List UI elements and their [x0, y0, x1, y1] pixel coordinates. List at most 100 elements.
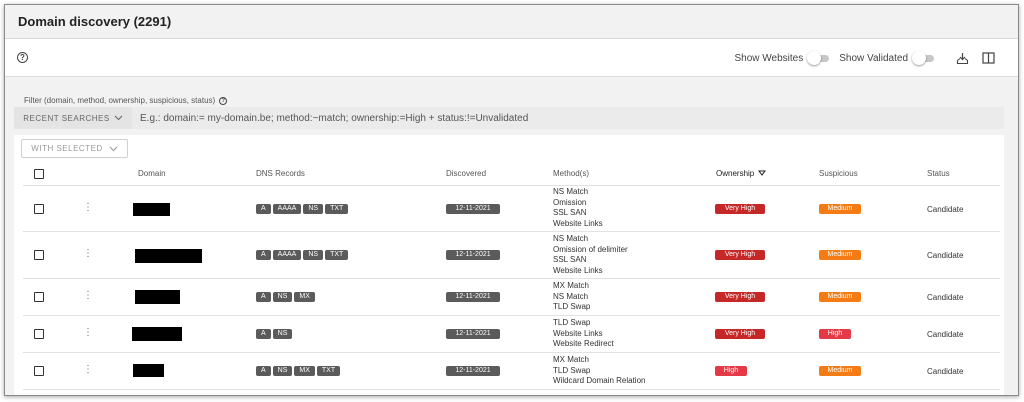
filter-label: Filter (domain, method, ownership, suspi… — [24, 96, 228, 105]
status-text: Candidate — [927, 251, 964, 260]
method-item: NS Match — [553, 291, 589, 301]
divider — [23, 185, 1000, 186]
method-item: MX Match — [553, 281, 590, 290]
method-item: MX Match — [553, 355, 590, 364]
column-header-status[interactable]: Status — [927, 169, 950, 178]
method-item: SSL SAN — [553, 255, 587, 264]
dns-badge: NS — [272, 366, 293, 376]
discovered-date: 12-11-2021 — [446, 250, 500, 260]
column-header-discovered[interactable]: Discovered — [446, 169, 486, 178]
more-vertical-icon[interactable]: ⋮ — [83, 203, 93, 213]
ownership-badge: Very High — [715, 329, 765, 339]
dns-records: A AAAA NS TXT — [256, 250, 350, 260]
discovered-date: 12-11-2021 — [446, 329, 500, 339]
methods-list: NS Match Omission SSL SAN Website Links — [553, 187, 603, 229]
method-item: NS Match — [553, 187, 589, 196]
ownership-badge: High — [715, 366, 747, 376]
dns-records: A NS MX TXT — [256, 366, 342, 376]
filter-help-icon[interactable]: ? — [219, 96, 228, 105]
suspicious-badge: Medium — [819, 204, 861, 214]
more-vertical-icon[interactable]: ⋮ — [83, 291, 93, 301]
more-vertical-icon[interactable]: ⋮ — [83, 365, 93, 375]
methods-list: NS Match Omission of delimiter SSL SAN W… — [553, 234, 628, 276]
divider — [23, 315, 1000, 316]
method-item: TLD Swap — [553, 318, 591, 327]
dns-badge: AAAA — [272, 204, 302, 214]
dns-badge: TXT — [316, 366, 341, 376]
download-icon[interactable] — [954, 50, 970, 66]
method-item: Wildcard Domain Relation — [553, 376, 646, 385]
discovered-date: 12-11-2021 — [446, 204, 500, 214]
title-bar: Domain discovery (2291) — [5, 5, 1018, 39]
filter-input[interactable] — [132, 107, 1004, 129]
page-title: Domain discovery (2291) — [18, 14, 172, 29]
method-item: Omission — [553, 197, 587, 207]
show-websites-toggle[interactable] — [807, 51, 830, 65]
columns-icon[interactable] — [980, 50, 996, 66]
ownership-badge: Very High — [715, 204, 765, 214]
status-text: Candidate — [927, 293, 964, 302]
chevron-down-icon — [114, 115, 123, 121]
row-checkbox[interactable] — [34, 366, 44, 376]
divider — [23, 389, 1000, 390]
row-checkbox[interactable] — [34, 204, 44, 214]
divider — [23, 278, 1000, 279]
status-text: Candidate — [927, 205, 964, 214]
ownership-badge: Very High — [715, 250, 765, 260]
dns-badge: TXT — [325, 250, 349, 260]
redacted-domain — [135, 249, 202, 263]
dns-badge: NS — [272, 329, 293, 339]
dns-badge: A — [256, 204, 271, 214]
column-header-dns-records[interactable]: DNS Records — [256, 169, 305, 178]
redacted-domain — [133, 364, 164, 377]
ownership-badge: Very High — [715, 292, 765, 302]
method-item: Website Links — [553, 265, 603, 275]
select-all-checkbox[interactable] — [34, 169, 44, 179]
method-item: Website Links — [553, 328, 603, 338]
show-validated-toggle[interactable] — [912, 51, 934, 65]
row-checkbox[interactable] — [34, 250, 44, 260]
toolbar-right: Show Websites Show Validated — [735, 39, 997, 77]
suspicious-badge: Medium — [819, 366, 861, 376]
dns-badge: AAAA — [272, 250, 302, 260]
column-header-ownership[interactable]: Ownership — [716, 169, 767, 178]
redacted-domain — [132, 327, 182, 341]
method-item: Website Redirect — [553, 339, 614, 348]
with-selected-dropdown[interactable]: WITH SELECTED — [21, 139, 128, 158]
methods-list: MX Match TLD Swap Wildcard Domain Relati… — [553, 355, 645, 387]
dns-badge: MX — [294, 366, 315, 376]
dns-badge: MX — [294, 292, 315, 302]
methods-list: TLD Swap Website Links Website Redirect — [553, 318, 614, 350]
domain-table: WITH SELECTED Domain DNS Records Discove… — [14, 135, 1004, 395]
dns-records: A AAAA NS TXT — [256, 204, 350, 214]
sort-down-icon[interactable] — [758, 170, 767, 176]
help-icon[interactable]: ? — [17, 52, 28, 63]
dns-badge: A — [256, 292, 271, 302]
column-header-methods[interactable]: Method(s) — [553, 169, 589, 178]
row-checkbox[interactable] — [34, 292, 44, 302]
column-header-suspicious[interactable]: Suspicious — [819, 169, 858, 178]
ownership-header-label: Ownership — [716, 169, 755, 178]
recent-searches-button[interactable]: RECENT SEARCHES — [14, 107, 132, 129]
methods-list: MX Match NS Match TLD Swap — [553, 281, 590, 313]
method-item: Website Links — [553, 218, 603, 228]
chevron-down-icon — [109, 146, 118, 151]
suspicious-badge: High — [819, 329, 851, 339]
dns-badge: NS — [303, 204, 324, 214]
redacted-domain — [133, 203, 170, 216]
more-vertical-icon[interactable]: ⋮ — [83, 249, 93, 259]
method-item: TLD Swap — [553, 302, 591, 311]
redacted-domain — [135, 290, 180, 304]
dns-badge: TXT — [325, 204, 349, 214]
method-item: TLD Swap — [553, 365, 591, 375]
toolbar: ? Show Websites Show Validated — [5, 39, 1018, 77]
recent-searches-label: RECENT SEARCHES — [23, 113, 110, 123]
row-checkbox[interactable] — [34, 329, 44, 339]
status-text: Candidate — [927, 367, 964, 376]
discovered-date: 12-11-2021 — [446, 366, 500, 376]
column-header-domain[interactable]: Domain — [138, 169, 166, 178]
dns-badge: A — [256, 366, 271, 376]
dns-badge: A — [256, 250, 271, 260]
status-text: Candidate — [927, 330, 964, 339]
more-vertical-icon[interactable]: ⋮ — [83, 328, 93, 338]
